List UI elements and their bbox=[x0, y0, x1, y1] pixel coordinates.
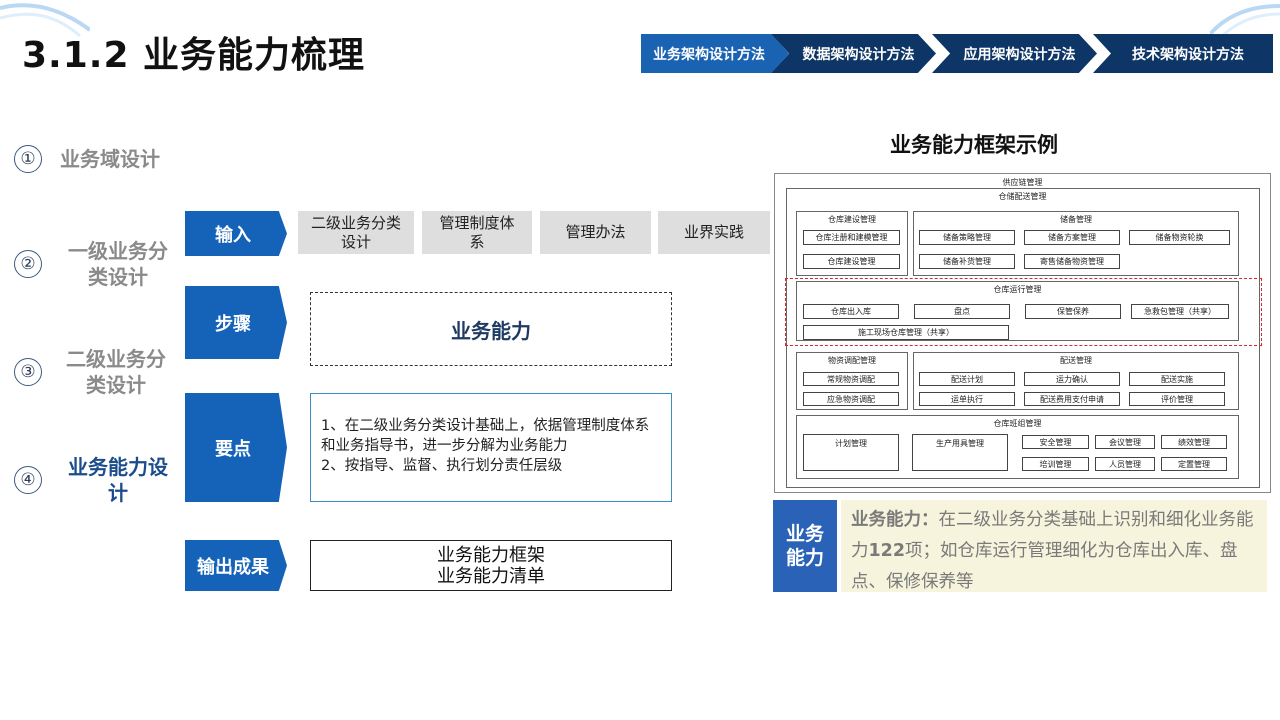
process-step-label: 步骤 bbox=[185, 286, 287, 359]
capability-cell: 配送费用支付申请 bbox=[1024, 392, 1120, 406]
step-label: 业务域设计 bbox=[60, 147, 160, 171]
step-content-box: 业务能力 bbox=[310, 292, 672, 366]
capability-callout-text: 业务能力：在二级业务分类基础上识别和细化业务能力122项；如仓库运行管理细化为仓… bbox=[841, 500, 1267, 592]
capability-cell: 储备物资轮换 bbox=[1129, 230, 1230, 245]
key-point: 1、在二级业务分类设计基础上，依据管理制度体系和业务指导书，进一步分解为业务能力 bbox=[321, 418, 650, 454]
capability-cell: 评价管理 bbox=[1129, 392, 1225, 406]
capability-cell: 运单执行 bbox=[919, 392, 1015, 406]
group-title: 仓库班组管理 bbox=[993, 419, 1042, 428]
capability-cell: 绩效管理 bbox=[1161, 435, 1227, 449]
capability-cell: 储备方案管理 bbox=[1024, 230, 1120, 245]
step-label-active: 业务能力设计 bbox=[68, 455, 168, 505]
group-title: 配送管理 bbox=[1060, 356, 1092, 365]
framework-domain-label: 仓储配送管理 bbox=[998, 192, 1047, 201]
step-number-badge: ④ bbox=[14, 466, 42, 494]
capability-cell: 生产用具管理 bbox=[912, 434, 1008, 471]
framework-title: 业务能力框架示例 bbox=[890, 133, 1058, 157]
process-key-points-label: 要点 bbox=[185, 393, 287, 502]
capability-cell: 应急物资调配 bbox=[803, 392, 899, 406]
output-box: 业务能力框架 业务能力清单 bbox=[310, 540, 672, 591]
nav-tab-technology-architecture[interactable]: 技术架构设计方法 bbox=[1093, 34, 1273, 73]
capability-cell: 安全管理 bbox=[1022, 435, 1089, 449]
page-title: 3.1.2 业务能力梳理 bbox=[22, 35, 366, 76]
process-output-label: 输出成果 bbox=[185, 540, 287, 591]
input-item: 管理制度体系 bbox=[422, 211, 532, 254]
step-label: 一级业务分类设计 bbox=[68, 239, 168, 289]
left-step-2: ② 一级业务分类设计 bbox=[14, 238, 174, 290]
step-number-badge: ② bbox=[14, 250, 42, 278]
output-item: 业务能力清单 bbox=[437, 565, 545, 587]
input-item: 管理办法 bbox=[540, 211, 651, 254]
capability-cell: 培训管理 bbox=[1022, 457, 1089, 471]
nav-tab-business-architecture[interactable]: 业务架构设计方法 bbox=[641, 34, 789, 73]
capability-cell: 仓库注册和建模管理 bbox=[803, 230, 900, 245]
framework-root-label: 供应链管理 bbox=[1002, 178, 1043, 187]
left-step-1: ① 业务域设计 bbox=[14, 145, 160, 173]
left-step-4: ④ 业务能力设计 bbox=[14, 454, 174, 506]
output-item: 业务能力框架 bbox=[437, 544, 545, 566]
capability-cell: 寄售储备物资管理 bbox=[1024, 254, 1120, 269]
group-title: 物资调配管理 bbox=[828, 356, 876, 365]
step-number-badge: ③ bbox=[14, 358, 42, 386]
capability-cell: 配送计划 bbox=[919, 372, 1015, 386]
capability-cell: 储备补货管理 bbox=[919, 254, 1015, 269]
key-points-box: 1、在二级业务分类设计基础上，依据管理制度体系和业务指导书，进一步分解为业务能力… bbox=[310, 393, 672, 502]
capability-cell: 计划管理 bbox=[803, 434, 899, 471]
capability-cell: 配送实施 bbox=[1129, 372, 1225, 386]
group-title: 仓库建设管理 bbox=[828, 215, 876, 224]
capability-callout-tag: 业务能力 bbox=[773, 500, 837, 592]
capability-cell: 常规物资调配 bbox=[803, 372, 899, 386]
capability-cell: 仓库建设管理 bbox=[803, 254, 900, 269]
input-item: 业界实践 bbox=[658, 211, 770, 254]
key-point: 2、按指导、监督、执行划分责任层级 bbox=[321, 458, 563, 474]
step-number-badge: ① bbox=[14, 145, 42, 173]
capability-cell: 会议管理 bbox=[1095, 435, 1155, 449]
step-label: 二级业务分类设计 bbox=[66, 347, 166, 397]
capability-cell: 储备策略管理 bbox=[919, 230, 1015, 245]
left-step-3: ③ 二级业务分类设计 bbox=[14, 346, 172, 398]
capability-cell: 运力确认 bbox=[1024, 372, 1120, 386]
capability-cell: 人员管理 bbox=[1095, 457, 1155, 471]
highlight-dashed-outline bbox=[785, 278, 1262, 346]
nav-tab-application-architecture[interactable]: 应用架构设计方法 bbox=[932, 34, 1097, 73]
input-item: 二级业务分类设计 bbox=[298, 211, 414, 254]
nav-tab-data-architecture[interactable]: 数据架构设计方法 bbox=[771, 34, 936, 73]
capability-framework-diagram: 供应链管理 仓储配送管理 仓库建设管理 仓库注册和建模管理 仓库建设管理 储备管… bbox=[774, 173, 1271, 493]
capability-cell: 定置管理 bbox=[1161, 457, 1227, 471]
process-input-label: 输入 bbox=[185, 211, 287, 256]
method-nav: 数据架构设计方法 应用架构设计方法 技术架构设计方法 业务架构设计方法 bbox=[641, 34, 1273, 73]
group-title: 储备管理 bbox=[1060, 215, 1092, 224]
